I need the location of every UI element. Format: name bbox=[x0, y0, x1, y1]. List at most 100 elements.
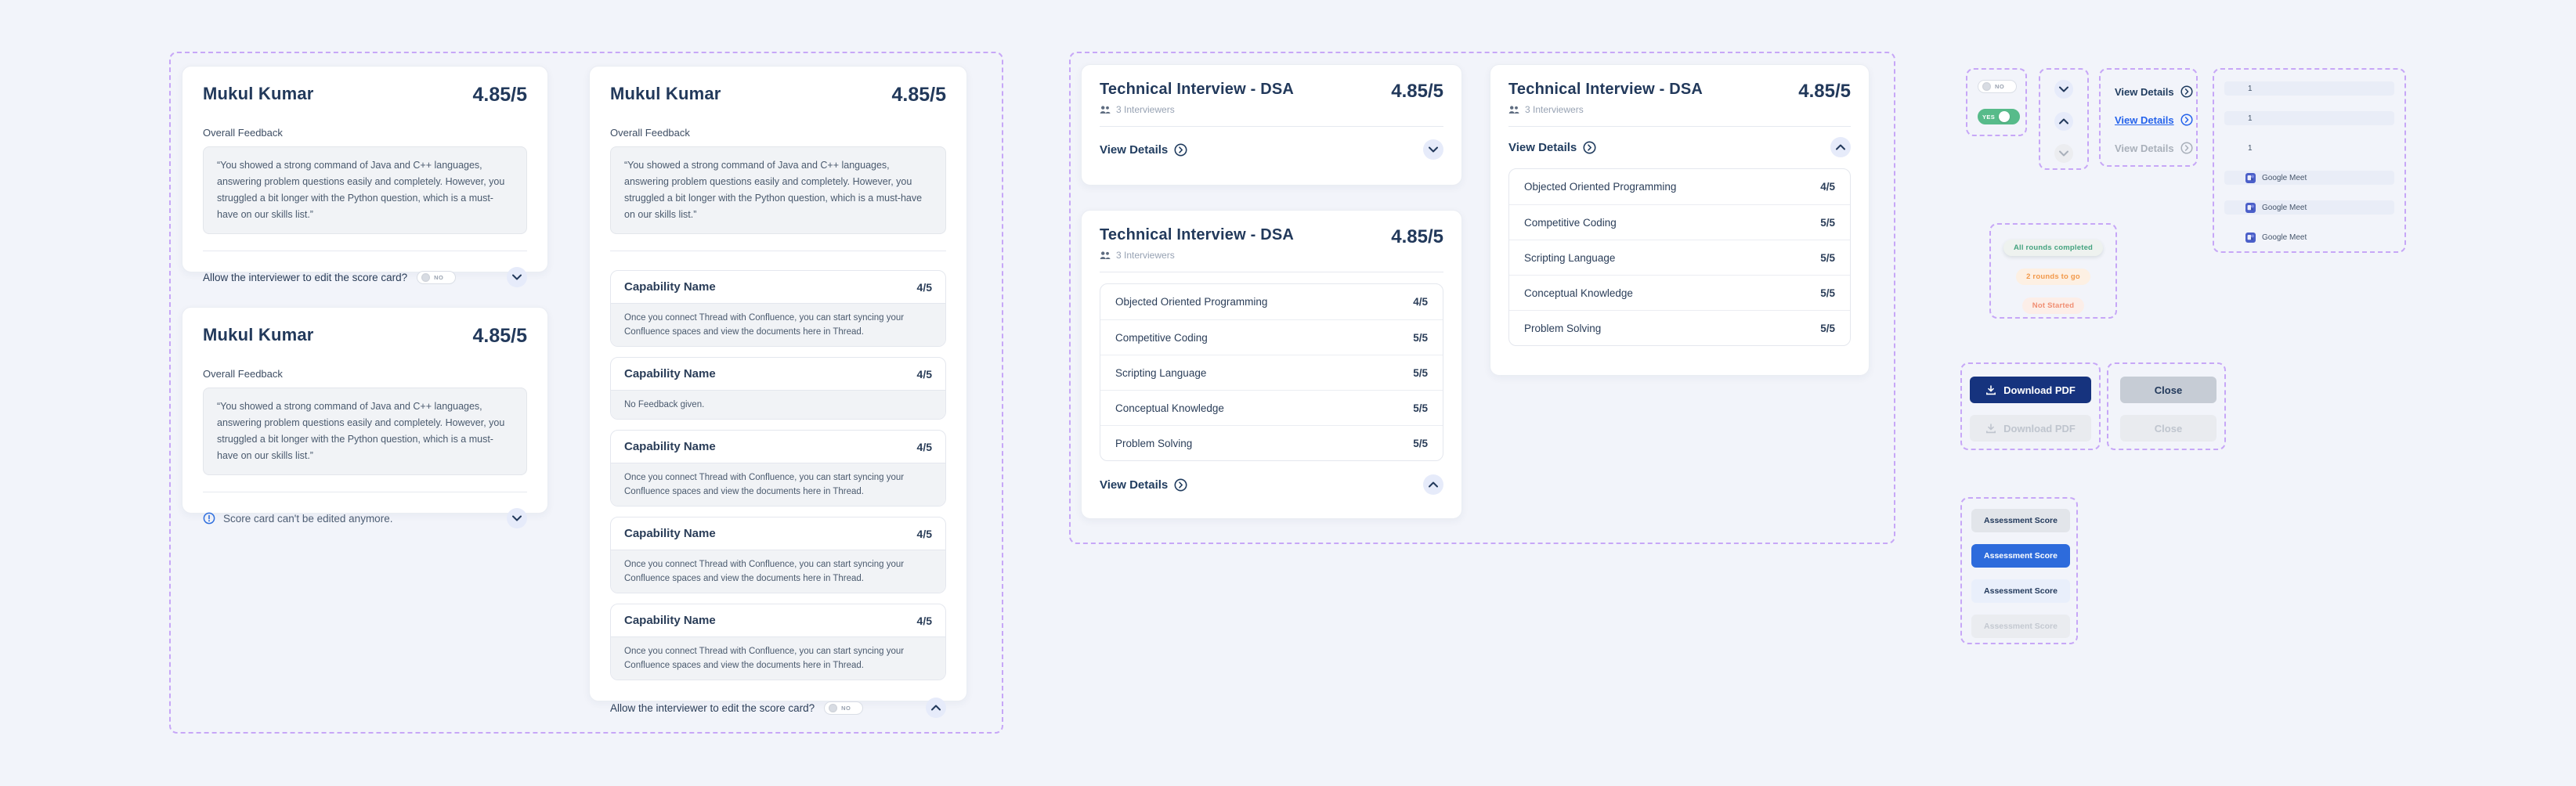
list-item[interactable]: 1 bbox=[2224, 141, 2394, 155]
interviewers-count: 3 Interviewers bbox=[1116, 250, 1175, 261]
allow-edit-toggle[interactable]: NO bbox=[417, 270, 457, 284]
chevron-up-button[interactable] bbox=[2054, 112, 2073, 131]
skill-score: 4/5 bbox=[1820, 181, 1835, 193]
meet-list-item[interactable]: Google Meet bbox=[2224, 230, 2394, 244]
assessment-score-label: Assessment Score bbox=[1984, 551, 2058, 561]
interviewers-icon bbox=[1100, 251, 1111, 259]
view-details-link[interactable]: View Details bbox=[1100, 143, 1187, 157]
skill-row: Competitive Coding 5/5 bbox=[1509, 204, 1850, 240]
meet-icon bbox=[2245, 172, 2256, 183]
download-pdf-label: Download PDF bbox=[2003, 422, 2076, 434]
chevron-down-icon bbox=[2059, 86, 2068, 92]
skill-name: Scripting Language bbox=[1115, 366, 1207, 379]
interview-title: Technical Interview - DSA bbox=[1100, 226, 1295, 243]
skill-row: Objected Oriented Programming 4/5 bbox=[1509, 169, 1850, 204]
capability-block: Capability Name 4/5 Once you connect Thr… bbox=[610, 430, 946, 507]
download-button-variants-box: Download PDF Download PDF bbox=[1960, 362, 2101, 450]
capability-name: Capability Name bbox=[624, 614, 716, 627]
overall-feedback-text: “You showed a strong command of Java and… bbox=[610, 146, 946, 234]
skill-name: Conceptual Knowledge bbox=[1115, 402, 1224, 414]
view-details-link[interactable]: View Details bbox=[1508, 141, 1596, 154]
toggle-off[interactable]: NO bbox=[1978, 80, 2017, 93]
expand-button[interactable] bbox=[507, 267, 527, 287]
skill-name: Competitive Coding bbox=[1524, 216, 1617, 229]
download-pdf-button[interactable]: Download PDF bbox=[1970, 377, 2091, 403]
capability-name: Capability Name bbox=[624, 440, 716, 453]
capability-feedback: Once you connect Thread with Confluence,… bbox=[611, 550, 945, 593]
list-item[interactable]: 1 bbox=[2224, 111, 2394, 125]
close-button[interactable]: Close bbox=[2120, 377, 2217, 403]
toggle-state-label: NO bbox=[434, 273, 444, 281]
allow-edit-label: Allow the interviewer to edit the score … bbox=[610, 701, 815, 714]
list-item[interactable]: 1 bbox=[2224, 81, 2394, 96]
assessment-score-button-active[interactable]: Assessment Score bbox=[1971, 544, 2070, 568]
skill-name: Competitive Coding bbox=[1115, 331, 1208, 344]
overall-score: 4.85/5 bbox=[891, 84, 946, 106]
skill-score: 5/5 bbox=[1413, 437, 1428, 449]
overall-feedback-label: Overall Feedback bbox=[203, 368, 283, 380]
view-details-default[interactable]: View Details bbox=[2115, 85, 2196, 98]
candidate-name: Mukul Kumar bbox=[203, 325, 314, 344]
list-item-label: 1 bbox=[2248, 114, 2253, 123]
round-score: 4.85/5 bbox=[1798, 81, 1851, 102]
expand-button[interactable] bbox=[507, 508, 527, 528]
capability-score: 4/5 bbox=[916, 614, 932, 627]
download-pdf-button-disabled: Download PDF bbox=[1970, 415, 2091, 442]
assessment-score-button-disabled: Assessment Score bbox=[1971, 615, 2070, 638]
skill-row: Conceptual Knowledge 5/5 bbox=[1100, 390, 1443, 425]
assessment-score-button-selected[interactable]: Assessment Score bbox=[1971, 579, 2070, 603]
status-badge-completed: All rounds completed bbox=[2003, 240, 2104, 256]
toggle-state-label: NO bbox=[1995, 83, 2005, 90]
skill-score: 5/5 bbox=[1413, 331, 1428, 344]
meet-label: Google Meet bbox=[2262, 233, 2307, 242]
skills-table: Objected Oriented Programming 4/5 Competi… bbox=[1100, 283, 1443, 461]
collapse-button[interactable] bbox=[926, 698, 946, 718]
arrow-circle-icon bbox=[2180, 114, 2193, 126]
view-details-hover[interactable]: View Details bbox=[2115, 114, 2196, 126]
assessment-score-label: Assessment Score bbox=[1984, 622, 2058, 631]
assessment-button-variants-box: Assessment Score Assessment Score Assess… bbox=[1960, 497, 2078, 644]
cant-edit-label: Score card can't be edited anymore. bbox=[223, 512, 393, 525]
skill-row: Objected Oriented Programming 4/5 bbox=[1100, 284, 1443, 319]
expand-button[interactable] bbox=[1423, 139, 1443, 160]
skill-score: 5/5 bbox=[1820, 322, 1835, 334]
skill-row: Problem Solving 5/5 bbox=[1509, 310, 1850, 345]
skill-row: Problem Solving 5/5 bbox=[1100, 425, 1443, 460]
capability-block: Capability Name 4/5 Once you connect Thr… bbox=[610, 270, 946, 347]
close-label: Close bbox=[2154, 384, 2183, 396]
list-row-variants-box: 1 1 1 Google Meet Google Meet Google Mee… bbox=[2213, 68, 2406, 253]
assessment-score-label: Assessment Score bbox=[1984, 516, 2058, 525]
view-details-label: View Details bbox=[1100, 142, 1169, 157]
interviewers-icon bbox=[1508, 105, 1519, 114]
meet-list-item[interactable]: Google Meet bbox=[2224, 171, 2394, 185]
view-details-link[interactable]: View Details bbox=[1100, 478, 1187, 492]
collapse-button[interactable] bbox=[1830, 137, 1851, 157]
capability-score: 4/5 bbox=[916, 527, 932, 540]
overall-feedback-label: Overall Feedback bbox=[610, 127, 690, 139]
assessment-score-label: Assessment Score bbox=[1984, 586, 2058, 596]
chevron-down-button[interactable] bbox=[2054, 80, 2073, 99]
overall-feedback-label: Overall Feedback bbox=[203, 127, 283, 139]
meet-label: Google Meet bbox=[2262, 173, 2307, 182]
toggle-on[interactable]: YES bbox=[1978, 109, 2020, 124]
allow-edit-toggle[interactable]: NO bbox=[824, 701, 864, 715]
info-icon bbox=[203, 512, 215, 525]
skill-name: Conceptual Knowledge bbox=[1524, 287, 1633, 299]
capability-name: Capability Name bbox=[624, 527, 716, 540]
overall-feedback-text: “You showed a strong command of Java and… bbox=[203, 388, 527, 475]
capability-name: Capability Name bbox=[624, 367, 716, 380]
assessment-score-button[interactable]: Assessment Score bbox=[1971, 509, 2070, 532]
arrow-circle-icon bbox=[1174, 143, 1187, 156]
collapse-button[interactable] bbox=[1423, 474, 1443, 495]
capability-block: Capability Name 4/5 Once you connect Thr… bbox=[610, 517, 946, 593]
download-pdf-label: Download PDF bbox=[2003, 384, 2076, 396]
chevron-down-icon bbox=[2059, 150, 2068, 157]
view-details-disabled: View Details bbox=[2115, 142, 2196, 154]
status-badge-rounds-to-go: 2 rounds to go bbox=[2016, 269, 2090, 285]
scorecard-expanded: Mukul Kumar 4.85/5 Overall Feedback “You… bbox=[589, 66, 967, 718]
capability-feedback: No Feedback given. bbox=[611, 390, 945, 419]
interview-title: Technical Interview - DSA bbox=[1508, 81, 1703, 98]
arrow-circle-icon bbox=[1174, 478, 1187, 491]
meet-list-item[interactable]: Google Meet bbox=[2224, 200, 2394, 215]
toggle-variants-box: NO YES bbox=[1966, 68, 2027, 136]
